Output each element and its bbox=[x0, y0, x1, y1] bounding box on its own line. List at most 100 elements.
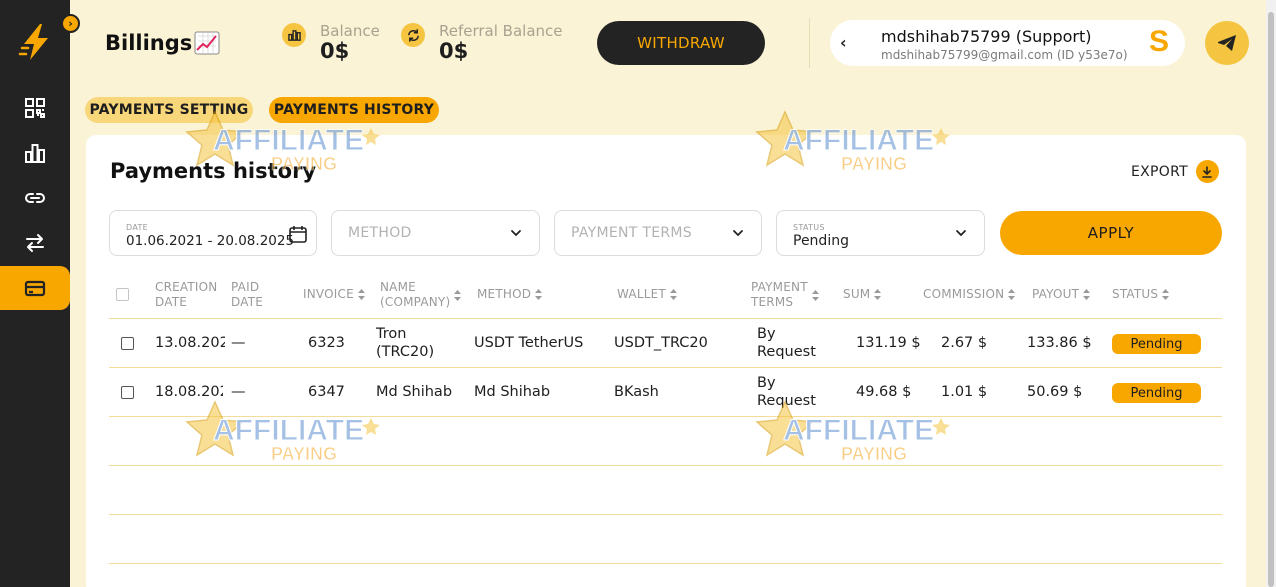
arrows-icon bbox=[26, 234, 44, 252]
row-checkbox[interactable] bbox=[121, 386, 134, 399]
col-payment-terms[interactable]: PAYMENT TERMS bbox=[751, 280, 819, 310]
cell-wallet: BKash bbox=[614, 384, 659, 400]
col-payout-label: PAYOUT bbox=[1032, 287, 1080, 301]
export-button[interactable]: EXPORT bbox=[1131, 160, 1219, 183]
sidebar bbox=[0, 0, 70, 587]
avatar: S bbox=[1149, 25, 1170, 58]
table-divider bbox=[109, 563, 1222, 564]
referral-refresh-icon bbox=[401, 23, 425, 47]
cell-name: Tron (TRC20) bbox=[376, 326, 435, 360]
cell-name: Md Shihab bbox=[376, 384, 453, 400]
col-method-label: METHOD bbox=[477, 287, 532, 301]
col-name-line1: NAME bbox=[380, 280, 416, 294]
lightning-logo-icon bbox=[18, 24, 48, 60]
sort-icon bbox=[1162, 289, 1170, 300]
chart-increasing-icon bbox=[194, 31, 220, 55]
col-method[interactable]: METHOD bbox=[477, 287, 543, 302]
col-sum-label: SUM bbox=[843, 287, 871, 301]
sort-icon bbox=[811, 289, 819, 301]
method-placeholder: METHOD bbox=[348, 225, 412, 241]
status-select[interactable]: STATUS Pending bbox=[776, 210, 985, 256]
cell-commission: 1.01 $ bbox=[941, 384, 988, 400]
chevron-down-icon bbox=[733, 230, 743, 237]
col-payout[interactable]: PAYOUT bbox=[1032, 287, 1091, 302]
page-title: Billings bbox=[105, 31, 220, 55]
table-divider bbox=[109, 367, 1222, 368]
header-divider bbox=[809, 18, 810, 68]
sidebar-item-billings[interactable] bbox=[0, 266, 70, 310]
col-status-label: STATUS bbox=[1112, 287, 1159, 301]
col-wallet[interactable]: WALLET bbox=[617, 287, 677, 302]
sort-icon bbox=[669, 289, 677, 300]
calendar-icon bbox=[289, 226, 307, 243]
status-badge: Pending bbox=[1112, 334, 1201, 354]
cell-payout: 133.86 $ bbox=[1027, 335, 1092, 351]
chevron-left-icon[interactable]: ‹ bbox=[840, 33, 847, 52]
user-card[interactable]: ‹ mdshihab75799 (Support) mdshihab75799@… bbox=[830, 20, 1185, 66]
cell-creation-date: 18.08.2025 bbox=[155, 384, 223, 400]
col-paid-date[interactable]: PAID DATE bbox=[231, 280, 263, 310]
cell-sum: 131.19 $ bbox=[856, 335, 921, 351]
balance-value: 0$ bbox=[320, 39, 350, 63]
cell-payment-terms: By Request bbox=[757, 375, 816, 409]
row-checkbox[interactable] bbox=[121, 337, 134, 350]
col-invoice[interactable]: INVOICE bbox=[303, 287, 365, 302]
col-payment-terms-line1: PAYMENT bbox=[751, 280, 808, 294]
status-field-label: STATUS bbox=[793, 223, 825, 232]
tab-payments-history[interactable]: PAYMENTS HISTORY bbox=[269, 97, 439, 123]
table-divider bbox=[109, 465, 1222, 466]
date-range-field[interactable]: DATE 01.06.2021 - 20.08.2025 bbox=[109, 210, 317, 256]
sidebar-expand-button[interactable]: › bbox=[61, 14, 80, 33]
col-commission[interactable]: COMMISSION bbox=[923, 287, 1016, 302]
table-divider bbox=[109, 514, 1222, 515]
status-badge: Pending bbox=[1112, 383, 1201, 403]
link-icon bbox=[25, 193, 45, 203]
cell-wallet: USDT_TRC20 bbox=[614, 335, 708, 351]
referral-balance-label: Referral Balance bbox=[439, 22, 563, 40]
sidebar-item-transfers[interactable] bbox=[0, 221, 70, 265]
table-divider bbox=[109, 318, 1222, 319]
date-field-value: 01.06.2021 - 20.08.2025 bbox=[126, 233, 295, 249]
table-divider bbox=[109, 416, 1222, 417]
cell-method: Md Shihab bbox=[474, 384, 551, 400]
sort-icon bbox=[1083, 289, 1091, 300]
payments-history-card bbox=[86, 135, 1246, 587]
referral-balance-block: Referral Balance 0$ bbox=[401, 22, 563, 62]
sidebar-item-dashboard[interactable] bbox=[0, 86, 70, 130]
sort-icon bbox=[1008, 289, 1016, 300]
col-invoice-label: INVOICE bbox=[303, 287, 354, 301]
select-all-checkbox[interactable] bbox=[116, 288, 129, 301]
apply-button[interactable]: APPLY bbox=[1000, 211, 1222, 255]
balance-block: Balance 0$ bbox=[282, 22, 380, 62]
col-paid-date-line2: DATE bbox=[231, 295, 264, 309]
withdraw-button[interactable]: WITHDRAW bbox=[597, 21, 765, 65]
col-creation-date-line1: CREATION bbox=[155, 280, 218, 294]
telegram-icon bbox=[1218, 35, 1236, 51]
sidebar-item-links[interactable] bbox=[0, 176, 70, 220]
download-icon bbox=[1195, 160, 1219, 183]
user-name: mdshihab75799 (Support) bbox=[881, 27, 1092, 46]
col-name-company[interactable]: NAME (COMPANY) bbox=[380, 280, 462, 310]
cell-commission: 2.67 $ bbox=[941, 335, 988, 351]
col-creation-date[interactable]: CREATION DATE bbox=[155, 280, 217, 310]
sort-icon bbox=[874, 289, 882, 300]
referral-balance-value: 0$ bbox=[439, 39, 469, 63]
cell-payout: 50.69 $ bbox=[1027, 384, 1083, 400]
scrollbar-thumb[interactable] bbox=[1268, 12, 1274, 587]
cell-invoice: 6323 bbox=[308, 335, 345, 351]
cell-method: USDT TetherUS bbox=[474, 335, 584, 351]
balance-label: Balance bbox=[320, 22, 380, 40]
bar-chart-icon bbox=[25, 144, 45, 163]
tab-payments-setting[interactable]: PAYMENTS SETTING bbox=[85, 97, 253, 123]
col-name-line2: (COMPANY) bbox=[380, 295, 451, 309]
grid-icon bbox=[25, 98, 45, 118]
telegram-button[interactable] bbox=[1205, 21, 1249, 65]
cell-payment-terms: By Request bbox=[757, 326, 816, 360]
method-select[interactable]: METHOD bbox=[331, 210, 540, 256]
payment-terms-select[interactable]: PAYMENT TERMS bbox=[554, 210, 762, 256]
col-creation-date-line2: DATE bbox=[155, 295, 188, 309]
sidebar-item-statistics[interactable] bbox=[0, 131, 70, 175]
chevron-down-icon bbox=[511, 230, 521, 237]
col-status[interactable]: STATUS bbox=[1112, 287, 1170, 302]
col-sum[interactable]: SUM bbox=[843, 287, 882, 302]
